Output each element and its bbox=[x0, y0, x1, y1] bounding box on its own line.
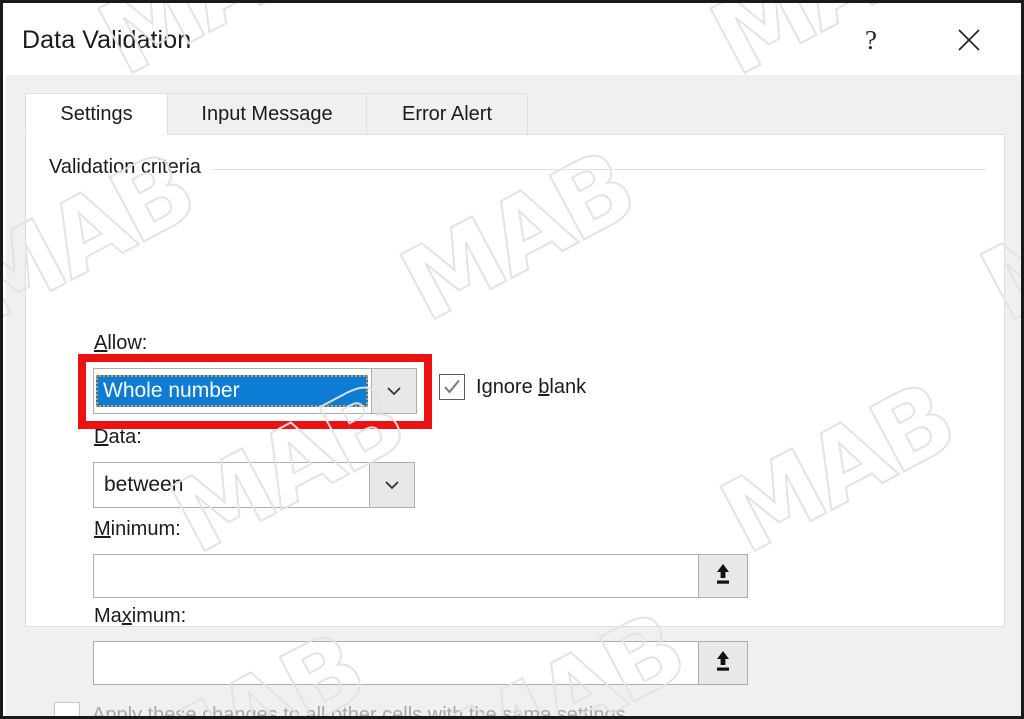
collapse-dialog-icon bbox=[711, 561, 735, 592]
data-combobox[interactable]: between bbox=[93, 462, 415, 508]
tab-settings-label: Settings bbox=[60, 102, 133, 125]
title-bar: Data Validation ? bbox=[6, 6, 1021, 75]
question-mark-icon: ? bbox=[865, 24, 877, 55]
chevron-down-icon bbox=[381, 474, 403, 496]
minimum-input[interactable] bbox=[94, 555, 698, 597]
dialog-body: Settings Input Message Error Alert Valid… bbox=[6, 75, 1021, 716]
close-button[interactable] bbox=[946, 18, 992, 62]
ignore-blank-checkbox[interactable]: Ignore blank bbox=[439, 374, 586, 400]
apply-to-all-label: Apply these changes to all other cells w… bbox=[92, 703, 626, 719]
maximum-range-select-button[interactable] bbox=[698, 642, 747, 684]
ignore-blank-checkbox-box[interactable] bbox=[439, 374, 465, 400]
allow-label: Allow: bbox=[94, 332, 148, 354]
close-icon bbox=[956, 27, 982, 53]
validation-criteria-group: Validation criteria bbox=[49, 153, 986, 181]
apply-to-all-checkbox-box[interactable] bbox=[54, 702, 80, 716]
collapse-dialog-icon bbox=[711, 648, 735, 679]
data-label: Data: bbox=[94, 426, 142, 448]
tab-settings[interactable]: Settings bbox=[25, 93, 168, 135]
apply-to-all-checkbox[interactable]: Apply these changes to all other cells w… bbox=[54, 702, 626, 719]
tab-error-alert[interactable]: Error Alert bbox=[366, 93, 528, 135]
maximum-field-group[interactable] bbox=[93, 641, 748, 685]
tab-input-message-label: Input Message bbox=[201, 102, 333, 125]
data-combobox-value: between bbox=[104, 473, 184, 496]
tab-input-message[interactable]: Input Message bbox=[167, 93, 367, 135]
minimum-range-select-button[interactable] bbox=[698, 555, 747, 597]
allow-selected-value: Whole number bbox=[96, 375, 368, 407]
data-dropdown-button[interactable] bbox=[369, 463, 414, 507]
minimum-label: Minimum: bbox=[94, 518, 181, 540]
tab-strip: Settings Input Message Error Alert bbox=[25, 93, 1005, 135]
maximum-input[interactable] bbox=[94, 642, 698, 684]
help-button[interactable]: ? bbox=[848, 18, 894, 62]
maximum-label: Maximum: bbox=[94, 605, 187, 627]
allow-combobox-textarea: Whole number bbox=[94, 369, 371, 413]
settings-panel: Validation criteria Allow: Whole number bbox=[25, 134, 1005, 716]
chevron-down-icon bbox=[383, 380, 405, 402]
allow-dropdown-button[interactable] bbox=[371, 369, 416, 413]
data-validation-dialog: Data Validation ? Settings Input Message bbox=[0, 0, 1024, 719]
minimum-field-group[interactable] bbox=[93, 554, 748, 598]
checkmark-icon bbox=[442, 377, 462, 397]
validation-criteria-label: Validation criteria bbox=[49, 155, 201, 178]
allow-combobox[interactable]: Whole number bbox=[93, 368, 417, 414]
group-divider bbox=[210, 168, 986, 170]
ignore-blank-label: Ignore blank bbox=[476, 375, 587, 398]
dialog-title: Data Validation bbox=[22, 26, 192, 54]
tab-error-alert-label: Error Alert bbox=[401, 102, 493, 125]
